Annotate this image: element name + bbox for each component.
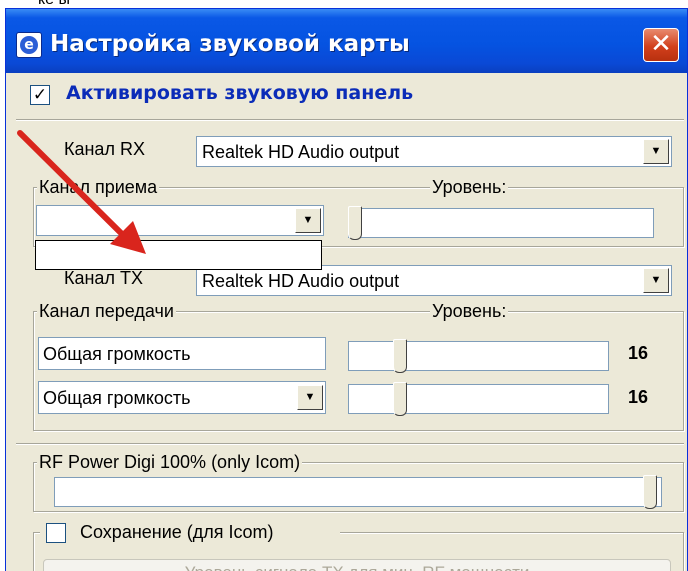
- annotation-arrow-overlay: [17, 130, 146, 254]
- annotation-arrow-icon: [17, 130, 131, 243]
